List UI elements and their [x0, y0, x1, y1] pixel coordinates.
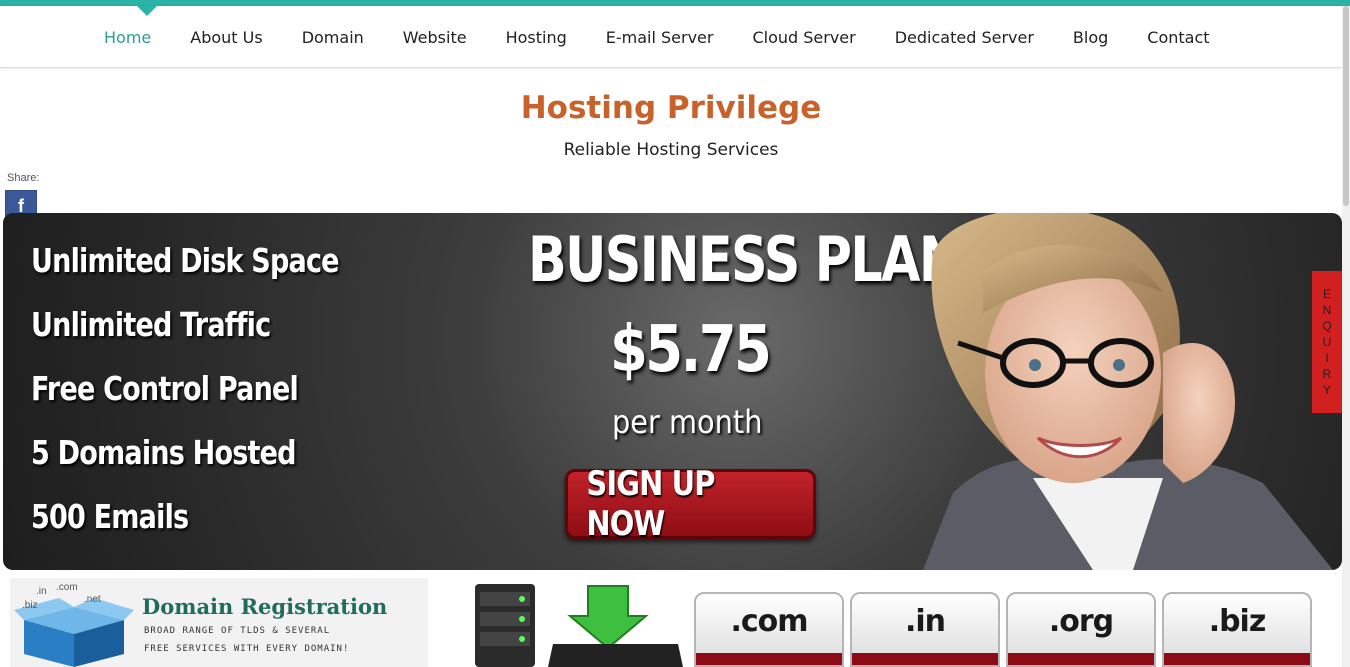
- enquiry-letter: I: [1325, 351, 1329, 365]
- tld-card-org[interactable]: .org: [1006, 592, 1156, 667]
- enquiry-letter: U: [1322, 335, 1332, 349]
- enquiry-tab[interactable]: E N Q U I R Y: [1312, 271, 1342, 413]
- tld-card-band: [696, 653, 842, 665]
- domain-registration-line2: FREE SERVICES WITH EVERY DOMAIN!: [144, 644, 350, 654]
- tld-card-band: [1008, 653, 1154, 665]
- domain-registration-title: Domain Registration: [142, 594, 388, 619]
- nav-item-email-server[interactable]: E-mail Server: [606, 28, 714, 47]
- nav-item-blog[interactable]: Blog: [1073, 28, 1108, 47]
- plan-price: $5.75: [610, 313, 772, 387]
- plan-period: per month: [612, 403, 763, 441]
- enquiry-letter: N: [1322, 303, 1332, 317]
- nav-item-dedicated-server[interactable]: Dedicated Server: [895, 28, 1034, 47]
- enquiry-letter: R: [1322, 367, 1332, 381]
- feature-disk-space: Unlimited Disk Space: [31, 241, 340, 280]
- nav-item-cloud-server[interactable]: Cloud Server: [752, 28, 855, 47]
- main-navigation: Home About Us Domain Website Hosting E-m…: [0, 6, 1342, 68]
- tld-card-band: [1164, 653, 1310, 665]
- enquiry-letter: Q: [1322, 319, 1332, 333]
- feature-domains: 5 Domains Hosted: [31, 433, 297, 472]
- tld-label-com: .com: [730, 604, 808, 639]
- share-label: Share:: [7, 172, 40, 184]
- enquiry-letter: E: [1322, 287, 1331, 301]
- business-plan-banner[interactable]: Unlimited Disk Space Unlimited Traffic F…: [3, 213, 1342, 570]
- nav-list: Home About Us Domain Website Hosting E-m…: [104, 6, 1249, 68]
- feature-control-panel: Free Control Panel: [31, 369, 299, 408]
- enquiry-letter: Y: [1322, 383, 1331, 397]
- smiling-woman-image: [923, 213, 1333, 570]
- site-title: Hosting Privilege: [520, 90, 822, 126]
- box-tld: .in: [36, 586, 47, 597]
- nav-item-contact[interactable]: Contact: [1147, 28, 1209, 47]
- domain-registration-line1: BROAD RANGE OF TLDS & SEVERAL: [144, 626, 331, 636]
- promo-strip: .in .com .biz .net Domain Registration B…: [0, 578, 1342, 667]
- box-tld: .biz: [22, 600, 38, 611]
- domain-registration-promo[interactable]: .in .com .biz .net Domain Registration B…: [10, 578, 428, 667]
- page-scrollbar-thumb[interactable]: [1343, 6, 1349, 206]
- box-tld: .com: [56, 582, 78, 593]
- server-icon: [475, 584, 535, 667]
- download-icon: [548, 585, 683, 667]
- nav-item-hosting[interactable]: Hosting: [506, 28, 567, 47]
- tld-label-biz: .biz: [1208, 604, 1267, 639]
- feature-traffic: Unlimited Traffic: [31, 305, 271, 344]
- tld-card-biz[interactable]: .biz: [1162, 592, 1312, 667]
- tld-card-in[interactable]: .in: [850, 592, 1000, 667]
- nav-item-domain[interactable]: Domain: [302, 28, 364, 47]
- nav-item-website[interactable]: Website: [403, 28, 467, 47]
- tld-card-com[interactable]: .com: [694, 592, 844, 667]
- sign-up-button[interactable]: SIGN UP NOW: [565, 464, 816, 544]
- box-tld: .net: [84, 594, 101, 605]
- feature-emails: 500 Emails: [31, 497, 189, 536]
- tld-label-in: .in: [904, 604, 946, 639]
- sign-up-label: SIGN UP NOW: [586, 464, 715, 544]
- nav-item-home[interactable]: Home: [104, 28, 151, 47]
- site-tagline: Reliable Hosting Services: [563, 140, 779, 160]
- nav-item-about-us[interactable]: About Us: [190, 28, 262, 47]
- tld-label-org: .org: [1048, 604, 1114, 639]
- tld-card-band: [852, 653, 998, 665]
